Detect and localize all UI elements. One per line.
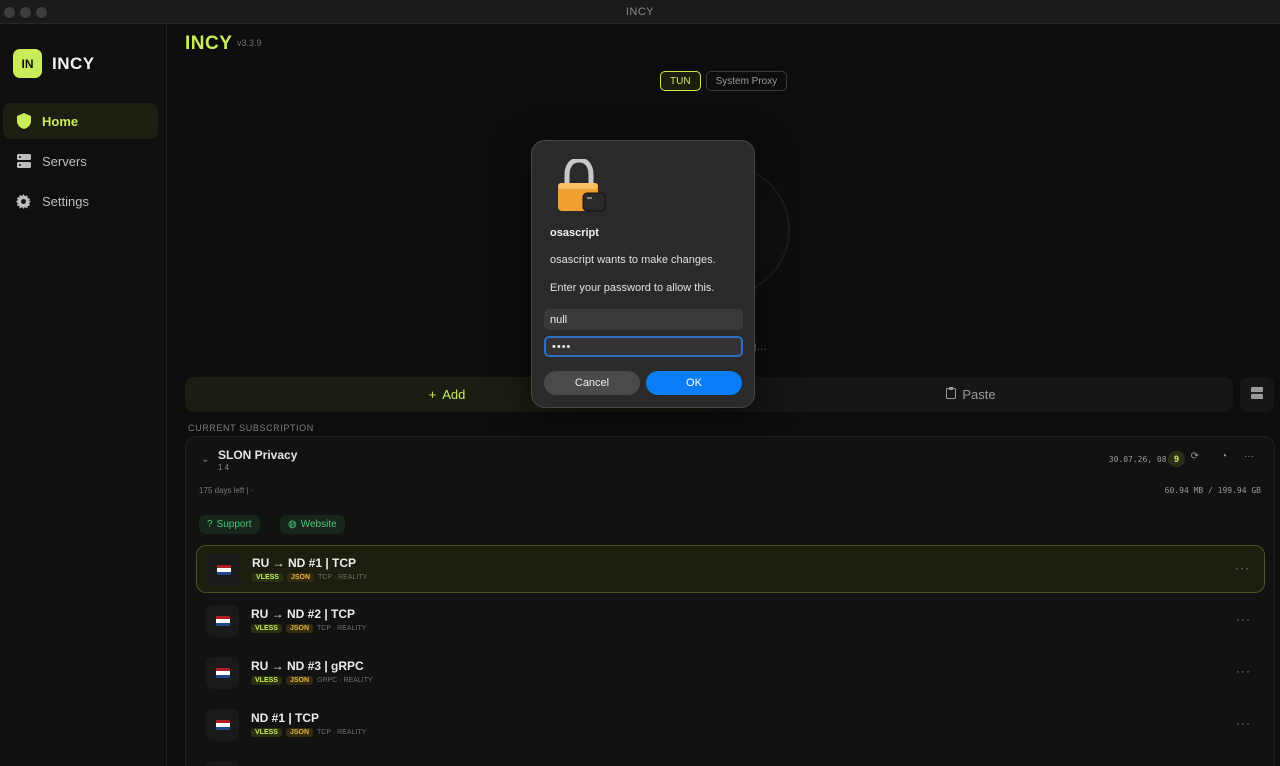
lock-icon bbox=[556, 157, 606, 213]
more-icon[interactable]: ··· bbox=[1236, 664, 1251, 678]
ok-button[interactable]: OK bbox=[646, 371, 742, 395]
mode-switch: TUN System Proxy bbox=[660, 71, 788, 91]
server-icon bbox=[15, 153, 32, 170]
protocol-tag: VLESS bbox=[251, 676, 282, 685]
server-row[interactable]: RU → ND #3 | gRPC VLESS JSON GRPC · REAL… bbox=[196, 649, 1265, 697]
netherlands-flag-icon bbox=[206, 761, 239, 766]
sidebar-item-settings[interactable]: Settings bbox=[3, 183, 158, 219]
format-tag: JSON bbox=[286, 573, 315, 582]
server-row[interactable]: RU → ND #2 | TCP VLESS JSON TCP · REALIT… bbox=[196, 597, 1265, 645]
sidebar: IN INCY Home Servers Settings bbox=[0, 24, 167, 766]
paste-button-label: Paste bbox=[962, 387, 996, 402]
subscription-name: SLON Privacy bbox=[218, 448, 298, 462]
format-tag: JSON bbox=[285, 728, 314, 737]
server-tags: VLESS JSON TCP · REALITY bbox=[251, 728, 366, 737]
plus-icon: + bbox=[428, 387, 437, 402]
protocol-tag: VLESS bbox=[251, 728, 282, 737]
add-button-label: Add bbox=[442, 387, 466, 402]
brand-logo: IN bbox=[13, 49, 42, 78]
server-tags: VLESS JSON GRPC · REALITY bbox=[251, 676, 373, 685]
server-count-badge: 9 bbox=[1168, 451, 1185, 467]
traffic-usage: 60.94 MB / 199.94 GB bbox=[1164, 486, 1261, 495]
window-title: INCY bbox=[625, 6, 655, 18]
more-icon[interactable]: ··· bbox=[1236, 716, 1251, 730]
chevron-down-icon[interactable]: ⌄ bbox=[201, 454, 209, 465]
server-meta: TCP · REALITY bbox=[318, 574, 368, 581]
help-icon: ? bbox=[207, 519, 213, 530]
protocol-tag: VLESS bbox=[252, 573, 283, 582]
system-proxy-mode-button[interactable]: System Proxy bbox=[705, 71, 788, 91]
netherlands-flag-icon bbox=[206, 657, 239, 689]
server-name: RU → ND #3 | gRPC bbox=[251, 659, 364, 673]
dialog-prompt: Enter your password to allow this. bbox=[550, 282, 715, 294]
brand: IN INCY bbox=[13, 49, 95, 78]
protocol-tag: VLESS bbox=[251, 624, 282, 633]
sidebar-item-label: Settings bbox=[42, 193, 89, 209]
server-name: ND #1 | TCP bbox=[251, 711, 320, 725]
website-link[interactable]: ◍ Website bbox=[280, 515, 345, 534]
clipboard-icon bbox=[946, 387, 957, 402]
support-link[interactable]: ? Support bbox=[199, 515, 260, 534]
shield-icon bbox=[15, 113, 32, 130]
format-tag: JSON bbox=[285, 676, 314, 685]
sidebar-item-servers[interactable]: Servers bbox=[3, 143, 158, 179]
cancel-button[interactable]: Cancel bbox=[544, 371, 640, 395]
refresh-icon[interactable]: ⟳ bbox=[1191, 451, 1199, 462]
sidebar-item-home[interactable]: Home bbox=[3, 103, 158, 139]
website-label: Website bbox=[300, 519, 337, 530]
gear-icon bbox=[15, 193, 32, 210]
sidebar-item-label: Servers bbox=[42, 153, 87, 169]
globe-icon: ◍ bbox=[288, 519, 297, 530]
dialog-message: osascript wants to make changes. bbox=[550, 254, 716, 266]
days-left: 175 days left | · bbox=[199, 486, 254, 495]
server-icon bbox=[1251, 386, 1263, 404]
support-label: Support bbox=[216, 519, 252, 530]
app-window: INCY IN INCY Home Servers Settings INCY … bbox=[0, 0, 1280, 766]
server-meta: GRPC · REALITY bbox=[317, 677, 373, 684]
password-field[interactable] bbox=[544, 336, 743, 357]
subscription-section-label: CURRENT SUBSCRIPTION bbox=[188, 423, 314, 433]
brand-name: INCY bbox=[52, 53, 95, 73]
sidebar-item-label: Home bbox=[42, 113, 79, 129]
more-icon[interactable]: ··· bbox=[1244, 451, 1254, 462]
server-name: RU → ND #2 | TCP bbox=[251, 607, 356, 621]
netherlands-flag-icon bbox=[206, 605, 239, 637]
paste-button[interactable]: Paste bbox=[709, 377, 1233, 412]
server-list-button[interactable] bbox=[1240, 377, 1274, 412]
auth-dialog: osascript osascript wants to make change… bbox=[531, 140, 755, 408]
dialog-title: osascript bbox=[550, 227, 599, 239]
server-meta: TCP · REALITY bbox=[317, 729, 367, 736]
server-tags: VLESS JSON TCP · REALITY bbox=[252, 573, 367, 582]
server-meta: TCP · REALITY bbox=[317, 625, 367, 632]
server-row[interactable]: ND #1 | TCP VLESS JSON TCP · REALITY ··· bbox=[196, 701, 1265, 749]
page-title: INCY bbox=[185, 33, 233, 54]
subscription-card: ⌄ SLON Privacy 1 4 30.07.26, 08:10 9 ⟳ ◔… bbox=[185, 436, 1275, 766]
server-name: RU → ND #1 | TCP bbox=[252, 556, 357, 570]
more-icon[interactable]: ··· bbox=[1236, 612, 1251, 626]
speedtest-icon[interactable]: ◔ bbox=[1221, 451, 1227, 462]
server-row[interactable] bbox=[196, 753, 1265, 766]
sidebar-nav: Home Servers Settings bbox=[3, 103, 158, 223]
title-bar: INCY bbox=[0, 0, 1280, 24]
format-tag: JSON bbox=[285, 624, 314, 633]
server-row[interactable]: RU → ND #1 | TCP VLESS JSON TCP · REALIT… bbox=[196, 545, 1265, 593]
version-label: v3.3.9 bbox=[237, 38, 262, 48]
tun-mode-button[interactable]: TUN bbox=[660, 71, 701, 91]
username-field[interactable] bbox=[544, 309, 743, 330]
subscription-subtitle: 1 4 bbox=[218, 463, 230, 472]
server-tags: VLESS JSON TCP · REALITY bbox=[251, 624, 366, 633]
netherlands-flag-icon bbox=[206, 709, 239, 741]
more-icon[interactable]: ··· bbox=[1235, 561, 1250, 575]
netherlands-flag-icon bbox=[207, 554, 240, 586]
